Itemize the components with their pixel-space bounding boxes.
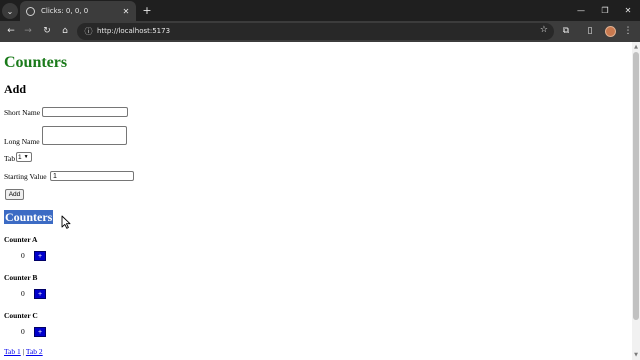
site-info-icon[interactable]: ⓘ: [83, 26, 94, 37]
short-name-input[interactable]: [42, 107, 128, 117]
home-icon[interactable]: ⌂: [57, 23, 73, 39]
long-name-textarea[interactable]: [42, 126, 127, 145]
tab-links: Tab 1 | Tab 2: [4, 347, 43, 356]
increment-button[interactable]: +: [34, 289, 46, 299]
side-panel-icon[interactable]: ▯: [582, 23, 598, 39]
tab-select-value: 1: [18, 153, 22, 161]
counter-name: Counter B: [4, 273, 38, 282]
address-bar[interactable]: ⓘ http://localhost:5173 ☆: [77, 23, 554, 40]
url-text: http://localhost:5173: [97, 27, 171, 35]
new-tab-icon[interactable]: +: [140, 3, 154, 17]
add-button[interactable]: Add: [5, 189, 24, 200]
counters-heading: Counters: [4, 210, 54, 224]
back-icon[interactable]: ←: [3, 23, 19, 39]
profile-avatar[interactable]: [605, 26, 616, 37]
counter-value: 0: [21, 327, 25, 336]
window-close-icon[interactable]: ✕: [617, 2, 639, 18]
forward-icon[interactable]: →: [20, 23, 36, 39]
increment-button[interactable]: +: [34, 251, 46, 261]
tab-label: Tab: [4, 154, 16, 163]
increment-button[interactable]: +: [34, 327, 46, 337]
browser-tab[interactable]: Clicks: 0, 0, 0 ✕: [20, 1, 136, 21]
chevron-down-icon: ▼: [23, 154, 29, 160]
counter-value: 0: [21, 289, 25, 298]
tab-search-icon[interactable]: ⌄: [2, 3, 18, 19]
starting-value-input[interactable]: [50, 171, 134, 181]
page-viewport: Counters Add Short Name Long Name Tab 1 …: [0, 42, 632, 360]
add-heading: Add: [4, 82, 27, 96]
counter-name: Counter A: [4, 235, 38, 244]
close-tab-icon[interactable]: ✕: [120, 5, 132, 17]
counter-value: 0: [21, 251, 25, 260]
extensions-icon[interactable]: ⧉: [558, 23, 574, 39]
tab-link-1[interactable]: Tab 1: [4, 347, 21, 356]
browser-tab-strip: ⌄ Clicks: 0, 0, 0 ✕ + — ❐ ✕: [0, 0, 640, 21]
scroll-up-icon[interactable]: ▲: [633, 44, 639, 50]
mouse-cursor-icon: [61, 215, 71, 229]
bookmark-star-icon[interactable]: ☆: [540, 25, 548, 35]
tab-separator: |: [22, 347, 25, 356]
reload-icon[interactable]: ↻: [39, 23, 55, 39]
page-title: Counters: [4, 54, 68, 71]
menu-kebab-icon[interactable]: ⋮: [620, 23, 636, 39]
restore-icon[interactable]: ❐: [594, 2, 616, 18]
tab-title: Clicks: 0, 0, 0: [41, 7, 89, 15]
favicon-icon: [26, 6, 35, 16]
starting-value-label: Starting Value: [4, 172, 47, 181]
long-name-label: Long Name: [4, 137, 40, 146]
scroll-down-icon[interactable]: ▼: [633, 352, 639, 358]
minimize-icon[interactable]: —: [570, 2, 592, 18]
tab-select[interactable]: 1 ▼: [16, 152, 32, 162]
page-scrollbar[interactable]: ▲ ▼: [632, 42, 640, 360]
short-name-label: Short Name: [4, 108, 41, 117]
scrollbar-thumb[interactable]: [633, 52, 639, 320]
tab-link-2[interactable]: Tab 2: [26, 347, 43, 356]
counter-name: Counter C: [4, 311, 38, 320]
browser-toolbar: ← → ↻ ⌂ ⓘ http://localhost:5173 ☆ ⧉ ▯ ⋮: [0, 21, 640, 42]
